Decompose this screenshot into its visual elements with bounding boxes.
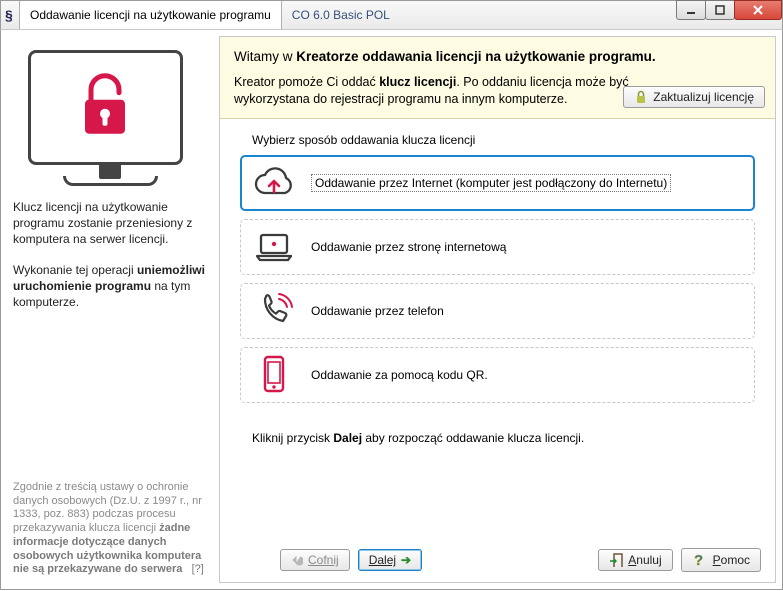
option-phone-label: Oddawanie przez telefon [311,304,444,318]
exit-door-icon [609,553,623,567]
wizard-banner: Witamy w Kreatorze oddawania licencji na… [220,37,775,119]
back-button[interactable]: Cofnij [280,549,350,571]
smartphone-icon [251,354,297,396]
svg-text:?: ? [694,552,703,568]
maximize-button[interactable] [705,0,735,20]
maximize-icon [715,5,725,15]
instruction-text: Kliknij przycisk Dalej aby rozpocząć odd… [252,431,755,445]
window-title-tab: Oddawanie licencji na użytkowanie progra… [19,1,282,29]
padlock-icon [634,90,648,104]
unlocked-padlock-icon [77,71,133,137]
left-paragraph-1: Klucz licencji na użytkowanie programu z… [13,199,207,248]
option-qr-label: Oddawanie za pomocą kodu QR. [311,368,488,382]
monitor-illustration [28,50,193,185]
close-icon [752,4,764,16]
phone-icon [251,290,297,332]
option-phone[interactable]: Oddawanie przez telefon [240,283,755,339]
cloud-upload-icon [251,162,297,204]
option-qr[interactable]: Oddawanie za pomocą kodu QR. [240,347,755,403]
arrow-right-icon: ➔ [401,553,411,567]
help-icon: ? [692,552,708,568]
minimize-button[interactable] [676,0,706,20]
cancel-button[interactable]: Anuluj [598,549,672,571]
close-button[interactable] [734,0,782,20]
minimize-icon [686,5,696,15]
update-license-button[interactable]: Zaktualizuj licencję [623,86,765,108]
left-pane: Klucz licencji na użytkowanie programu z… [7,36,213,583]
laptop-icon [251,226,297,268]
help-rest: omoc [721,553,750,567]
wizard-heading: Witamy w Kreatorze oddawania licencji na… [234,49,761,64]
option-internet[interactable]: Oddawanie przez Internet (komputer jest … [240,155,755,211]
option-web-label: Oddawanie przez stronę internetową [311,240,506,254]
undo-icon [291,554,303,566]
title-bar: § Oddawanie licencji na użytkowanie prog… [0,0,783,30]
left-paragraph-2: Wykonanie tej operacji uniemożliwi uruch… [13,262,207,311]
right-pane: Witamy w Kreatorze oddawania licencji na… [219,36,776,583]
option-web[interactable]: Oddawanie przez stronę internetową [240,219,755,275]
next-button[interactable]: Dalej ➔ [358,549,422,571]
option-internet-label: Oddawanie przez Internet (komputer jest … [311,174,671,192]
cancel-rest: nuluj [636,553,661,567]
app-icon: § [1,1,19,29]
section-label: Wybierz sposób oddawania klucza licencji [252,133,755,147]
help-button[interactable]: ? Pomoc [681,548,761,572]
wizard-footer: Cofnij Dalej ➔ Anuluj ? Pomoc [220,538,775,582]
privacy-disclaimer: Zgodnie z treścią ustawy o ochronie dany… [7,477,213,583]
disclaimer-help-link[interactable]: [?] [185,563,203,575]
app-name: CO 6.0 Basic POL [282,1,400,29]
